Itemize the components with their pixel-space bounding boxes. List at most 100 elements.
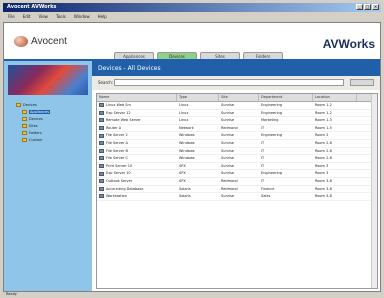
column-header-name[interactable]: Name [97,94,177,101]
tree-node-label: Appliances [29,109,51,114]
server-icon [99,194,104,199]
server-icon [99,171,104,176]
table-row[interactable]: File Server 2 Windows Sunrise Engineering Ro… [97,132,377,140]
table-row[interactable]: Workstation Solaris Sunrise Sales Room 4-8 [97,193,377,201]
cell-site: Sunrise [221,171,235,176]
cell-department: IT [261,178,265,183]
search-button[interactable] [350,79,374,86]
server-icon [99,126,104,131]
cell-department: Engineering [261,171,282,176]
cell-type: Windows [179,140,195,145]
cell-location: Room 2 [315,133,329,138]
cell-location: Room 3 [315,171,329,176]
cell-department: Engineering [261,133,282,138]
cell-department: IT [261,125,265,130]
server-icon [99,179,104,184]
cell-site: Sunrise [221,140,235,145]
table-row[interactable]: Linux Web Srv Linux Sunrise Engineering Room… [97,102,377,110]
title-bar: Avocent AVWorks _ □ × [3,3,381,12]
logo: Avocent [14,36,67,47]
server-icon [99,148,104,153]
logo-icon [14,36,28,47]
tree-node-sites[interactable]: Sites [16,122,50,129]
app-frame: Avocent AVWorks Appliances Devices Sites… [3,22,381,292]
tree-node-label: Sites [29,123,38,128]
cell-type: SPX [179,178,186,183]
cell-text: Remote Web Server [106,118,141,123]
cell-name: File Server A [97,140,177,147]
cell-type: Windows [179,148,195,153]
cell-text: Accounting Database [106,186,144,191]
table-row[interactable]: Accounting Database Solaris Redmond Finance… [97,186,377,194]
menu-window[interactable]: Window [74,13,90,21]
server-icon [99,110,104,115]
column-header-site[interactable]: Site [219,94,259,101]
vertical-scrollbar[interactable] [371,94,377,288]
column-header-department[interactable]: Department [259,94,313,101]
main-panel: Devices - All Devices Search: Name Type … [92,61,380,291]
folder-icon [22,116,27,121]
menu-edit[interactable]: Edit [23,13,31,21]
tree-node-appliances[interactable]: Appliances [16,108,51,115]
logo-text: Avocent [31,36,67,47]
cell-department: Marketing [261,118,279,123]
tree-node-root[interactable]: Devices [16,101,50,108]
cell-department: Finance [261,186,275,191]
search-bar: Search: [92,76,380,90]
menu-tools[interactable]: Tools [56,13,66,21]
cell-location: Room 3-8 [315,186,332,191]
table-row[interactable]: File Server A Windows Sunrise IT Room 2-6 [97,140,377,148]
cell-site: Redmond [221,178,238,183]
cell-text: Linux Web Srv [106,103,132,107]
cell-department: IT [261,163,265,168]
table-row[interactable]: Exp Server 10 SPX Sunrise Engineering Room 3 [97,170,377,178]
table-row[interactable]: Exp Server 12 Linux Sunrise Engineering Room… [97,110,377,118]
cell-location: Room 3-8 [315,178,332,183]
cell-name: File Server B [97,148,177,155]
cell-location: Room 2-6 [315,140,332,145]
menu-view[interactable]: View [38,13,48,21]
menu-file[interactable]: File [8,13,15,21]
cell-text: File Server C [106,156,129,161]
tree-node-label: Devices [29,116,43,121]
page-title: Devices - All Devices [92,61,380,76]
cell-department: Engineering [261,103,282,107]
cell-location: Room 1-2 [315,103,332,107]
sidebar-banner-image [8,65,88,95]
search-input[interactable] [114,79,344,86]
table-row[interactable]: File Server B Windows Sunrise IT Room 2-6 [97,148,377,156]
server-icon [99,118,104,123]
cell-location: Room 4-8 [315,194,332,199]
server-icon [99,141,104,146]
cell-site: Sunrise [221,194,235,199]
navigation-tree: Devices Appliances Devices Sites Folders… [16,101,51,143]
column-header-location[interactable]: Location [313,94,357,101]
tree-node-folders[interactable]: Folders [16,129,50,136]
table-row[interactable]: Router A Network Redmond IT Room 1-5 [97,125,377,133]
column-header-type[interactable]: Type [177,94,219,101]
table-row[interactable]: Remote Web Server Linux Sunrise Marketing Ro… [97,117,377,125]
cell-type: SPX [179,171,186,176]
cell-site: Sunrise [221,156,235,161]
table-row[interactable]: Print Server 10 SPX Sunrise IT Room 3 [97,163,377,171]
maximize-button[interactable]: □ [364,4,371,10]
cell-site: Sunrise [221,133,235,138]
tree-node-custom[interactable]: Custom [16,136,50,143]
table-row[interactable]: File Server C Windows Sunrise IT Room 2-6 [97,155,377,163]
tree-node-devices[interactable]: Devices [16,115,50,122]
cell-name: File Server 2 [97,132,177,139]
cell-location: Room 2-6 [315,148,332,153]
tree-node-label: Custom [29,137,43,142]
cell-name: Linux Web Srv [97,102,177,109]
table-row[interactable]: Outlook Server SPX Redmond IT Room 3-8 [97,178,377,186]
cell-site: Redmond [221,186,238,191]
server-icon [99,164,104,169]
minimize-button[interactable]: _ [356,4,363,10]
cell-site: Redmond [221,125,238,130]
menu-help[interactable]: Help [98,13,107,21]
cell-name: Remote Web Server [97,117,177,124]
cell-department: Sales [261,194,271,199]
close-button[interactable]: × [372,4,379,10]
cell-text: Print Server 10 [106,163,133,168]
product-name: AVWorks [322,37,375,51]
